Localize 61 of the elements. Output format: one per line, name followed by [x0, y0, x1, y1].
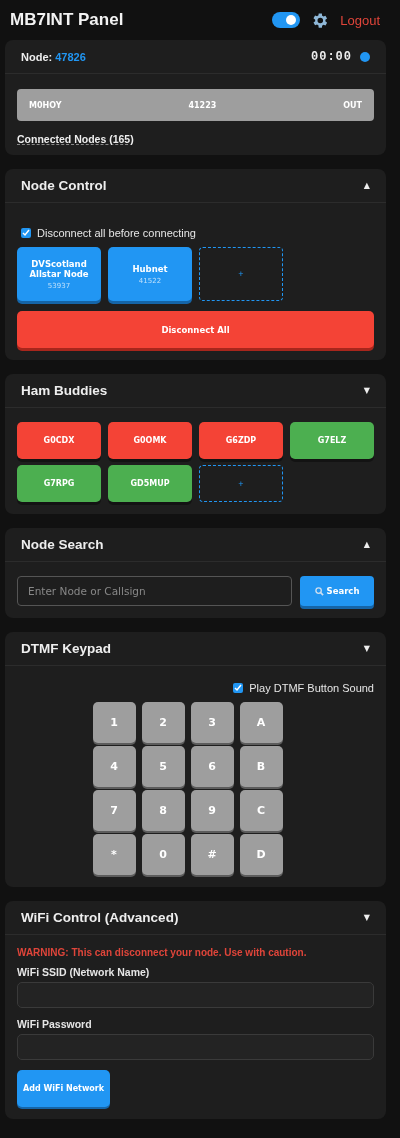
buddy-button[interactable]: G0CDX — [17, 422, 101, 459]
warning-text: WARNING: This can disconnect your node. Use with caution. — [17, 947, 308, 958]
sound-checkbox[interactable]: Play DTMF Button Sound — [21, 682, 374, 694]
collapse-arrow[interactable]: ▲ — [363, 181, 370, 190]
section-title: Ham Buddies — [21, 383, 108, 398]
status-dot — [360, 51, 370, 62]
app-title: MB7INT Panel — [10, 10, 125, 30]
keypad-key[interactable]: 0 — [141, 834, 185, 875]
section-header[interactable]: Node Search ▲ — [5, 528, 386, 562]
add-favorite-button[interactable]: + — [199, 247, 283, 301]
field-label: WiFi SSID (Network Name) — [17, 966, 151, 978]
buddy-button[interactable]: G6ZDP — [199, 422, 283, 459]
section-title: Node Control — [21, 178, 107, 193]
connected-nodes-link[interactable]: Connected Nodes (165) — [17, 133, 374, 145]
logout-link[interactable]: Logout — [340, 12, 380, 28]
disconnect-all-button[interactable]: Disconnect All — [17, 311, 374, 348]
toggle-switch[interactable] — [272, 12, 301, 28]
section-header[interactable]: DTMF Keypad ▼ — [5, 632, 386, 666]
add-wifi-button[interactable]: Add WiFi Network — [17, 1070, 111, 1107]
search-field[interactable]: Enter Node or Callsign — [17, 576, 292, 606]
collapse-arrow[interactable]: ▲ — [363, 540, 370, 549]
field-label: WiFi Password — [17, 1018, 93, 1030]
keypad-key[interactable]: 8 — [141, 790, 185, 831]
timer: 00:00 — [311, 49, 352, 64]
add-buddy-button[interactable]: + — [199, 465, 283, 502]
collapse-arrow[interactable]: ▼ — [363, 644, 370, 653]
keypad-key[interactable]: * — [92, 834, 136, 875]
keypad-key[interactable]: 1 — [92, 702, 136, 743]
section-title: DTMF Keypad — [21, 641, 111, 656]
buddy-button[interactable]: G7ELZ — [290, 422, 374, 459]
collapse-arrow[interactable]: ▼ — [363, 913, 370, 922]
node-label: Node: 47826 — [21, 50, 86, 63]
checkbox[interactable] — [21, 228, 31, 238]
search-icon — [314, 586, 324, 596]
keypad-key[interactable]: D — [239, 834, 283, 875]
section-header[interactable]: Ham Buddies ▼ — [5, 374, 386, 408]
section-title: WiFi Control (Advanced) — [21, 910, 179, 925]
collapse-arrow[interactable]: ▼ — [363, 386, 370, 395]
keypad-key[interactable]: 5 — [141, 746, 185, 787]
buddy-button[interactable]: G7RPG — [17, 465, 101, 502]
keypad-key[interactable]: C — [239, 790, 283, 831]
keypad-key[interactable]: 2 — [141, 702, 185, 743]
keypad-key[interactable]: # — [190, 834, 234, 875]
keypad-key[interactable]: 3 — [190, 702, 234, 743]
keypad-key[interactable]: 7 — [92, 790, 136, 831]
connection-row[interactable]: M0HOY 41223 OUT — [17, 89, 374, 121]
disconnect-checkbox[interactable]: Disconnect all before connecting — [21, 227, 374, 239]
keypad-key[interactable]: 6 — [190, 746, 234, 787]
password-field[interactable] — [17, 1034, 374, 1060]
keypad-key[interactable]: B — [239, 746, 283, 787]
keypad-key[interactable]: A — [239, 702, 283, 743]
section-title: Node Search — [21, 537, 104, 552]
checkbox[interactable] — [233, 683, 244, 693]
search-button[interactable]: Search — [300, 576, 374, 606]
buddy-button[interactable]: G0OMK — [108, 422, 192, 459]
section-header[interactable]: Node Control ▲ — [5, 169, 386, 203]
ssid-field[interactable] — [17, 982, 374, 1008]
keypad-key[interactable]: 4 — [92, 746, 136, 787]
section-header[interactable]: WiFi Control (Advanced) ▼ — [5, 901, 386, 935]
buddy-button[interactable]: GD5MUP — [108, 465, 192, 502]
keypad-key[interactable]: 9 — [190, 790, 234, 831]
